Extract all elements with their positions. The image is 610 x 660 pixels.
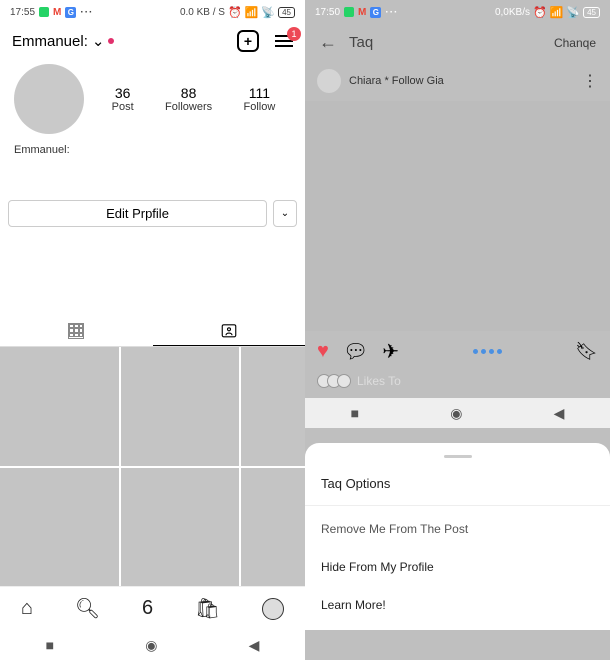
post-username[interactable]: Chiara * Follow Gia — [349, 75, 444, 87]
suggested-users-button[interactable]: ⌄ — [273, 200, 297, 227]
hide-from-profile-option[interactable]: Hide From My Profile — [305, 548, 610, 586]
grid-photo[interactable] — [121, 468, 240, 587]
change-button[interactable]: Chanqe — [554, 36, 596, 50]
photo-grid — [0, 347, 305, 586]
share-button[interactable]: ✈︎ — [382, 339, 399, 364]
bottom-nav: ⌂ 🔍︎ 6 🛍︎ — [0, 586, 305, 630]
more-notif-icon: ··· — [80, 7, 93, 18]
signal-icon: 📶 — [245, 6, 259, 19]
shop-icon[interactable]: 🛍︎ — [195, 596, 220, 621]
sheet-handle[interactable] — [444, 455, 472, 458]
comment-button[interactable]: 💬︎ — [343, 339, 368, 364]
avatar[interactable] — [14, 64, 84, 134]
wifi-icon: 📡 — [566, 6, 580, 19]
create-button[interactable]: + — [237, 30, 259, 52]
alarm-icon: ⏰ — [228, 6, 242, 19]
grid-photo[interactable] — [0, 347, 119, 466]
chevron-down-icon: ⌄ — [92, 32, 105, 50]
back-key[interactable]: ◀ — [554, 405, 565, 422]
menu-button[interactable]: 1 — [275, 35, 293, 47]
learn-more-option[interactable]: Learn More! — [305, 586, 610, 624]
wifi-icon: 📡 — [261, 6, 275, 19]
edit-profile-button[interactable]: Edit Prpfile — [8, 200, 267, 227]
sheet-title: Taq Options — [305, 472, 610, 505]
tagged-icon — [220, 321, 238, 339]
google-icon: G — [65, 7, 76, 18]
recent-apps-key[interactable]: ■ — [46, 637, 54, 653]
home-key[interactable]: ◉ — [450, 405, 462, 422]
display-name: Emmanuel: — [0, 140, 305, 160]
bottom-sheet: Taq Options Remove Me From The Post Hide… — [305, 443, 610, 630]
search-icon[interactable]: 🔍︎ — [75, 596, 100, 621]
liker-avatars — [317, 374, 351, 388]
notification-badge: 1 — [287, 27, 301, 41]
carousel-indicator — [473, 349, 502, 354]
account-switcher[interactable]: Emmanuel: ⌄ — [12, 32, 114, 50]
new-indicator-icon — [108, 38, 114, 44]
followers-stat[interactable]: 88 Followers — [165, 85, 212, 113]
more-notif-icon: ··· — [385, 7, 398, 18]
home-key[interactable]: ◉ — [145, 637, 157, 654]
post-avatar[interactable] — [317, 69, 341, 93]
battery-icon: 45 — [278, 7, 295, 18]
system-nav: ■ ◉ ◀ — [305, 398, 610, 428]
grid-icon — [68, 323, 84, 339]
reels-icon[interactable]: 6 — [142, 597, 153, 620]
signal-icon: 📶 — [550, 6, 564, 19]
following-stat[interactable]: 111 Follow — [243, 85, 275, 113]
status-bar: 17:50 M G ··· 0,0KB/s ⏰ 📶 📡 45 — [305, 0, 610, 24]
save-button[interactable]: 🔖︎ — [575, 341, 598, 362]
tagged-tab[interactable] — [153, 315, 306, 346]
status-time: 17:55 — [10, 7, 35, 18]
battery-icon: 45 — [583, 7, 600, 18]
username: Emmanuel: — [12, 33, 88, 50]
google-icon: G — [370, 7, 381, 18]
like-button[interactable]: ♥ — [317, 340, 329, 363]
gmail-icon: M — [53, 7, 61, 18]
post-image[interactable] — [305, 101, 610, 331]
status-bar: 17:55 M G ··· 0.0 KB / S ⏰ 📶 📡 45 — [0, 0, 305, 24]
data-rate: 0.0 KB / S — [180, 7, 225, 18]
system-nav: ■ ◉ ◀ — [0, 630, 305, 660]
profile-header: Emmanuel: ⌄ + 1 — [0, 24, 305, 58]
likes-text: Likes To — [357, 374, 401, 388]
back-key[interactable]: ◀ — [249, 637, 260, 654]
whatsapp-icon — [39, 7, 49, 17]
header-title: Taq — [349, 34, 373, 51]
alarm-icon: ⏰ — [533, 6, 547, 19]
recent-apps-key[interactable]: ■ — [351, 405, 359, 421]
likes-row[interactable]: Likes To — [305, 372, 610, 398]
post-user-row: Chiara * Follow Gia ⋮ — [305, 61, 610, 101]
profile-stats-row: 36 Post 88 Followers 111 Follow — [0, 58, 305, 140]
data-rate: 0,0KB/s — [495, 7, 530, 18]
grid-photo[interactable] — [121, 347, 240, 466]
home-icon[interactable]: ⌂ — [21, 597, 33, 620]
screen-header: ← Taq Chanqe — [305, 24, 610, 61]
post-actions: ♥ 💬︎ ✈︎ 🔖︎ — [305, 331, 610, 372]
remove-from-post-option[interactable]: Remove Me From The Post — [305, 510, 610, 548]
back-button[interactable]: ← — [319, 32, 337, 53]
post-menu-button[interactable]: ⋮ — [582, 71, 598, 91]
profile-nav-icon[interactable] — [262, 598, 284, 620]
grid-tab[interactable] — [0, 315, 153, 346]
gmail-icon: M — [358, 7, 366, 18]
whatsapp-icon — [344, 7, 354, 17]
posts-stat[interactable]: 36 Post — [112, 85, 134, 113]
grid-photo[interactable] — [0, 468, 119, 587]
status-time: 17:50 — [315, 7, 340, 18]
